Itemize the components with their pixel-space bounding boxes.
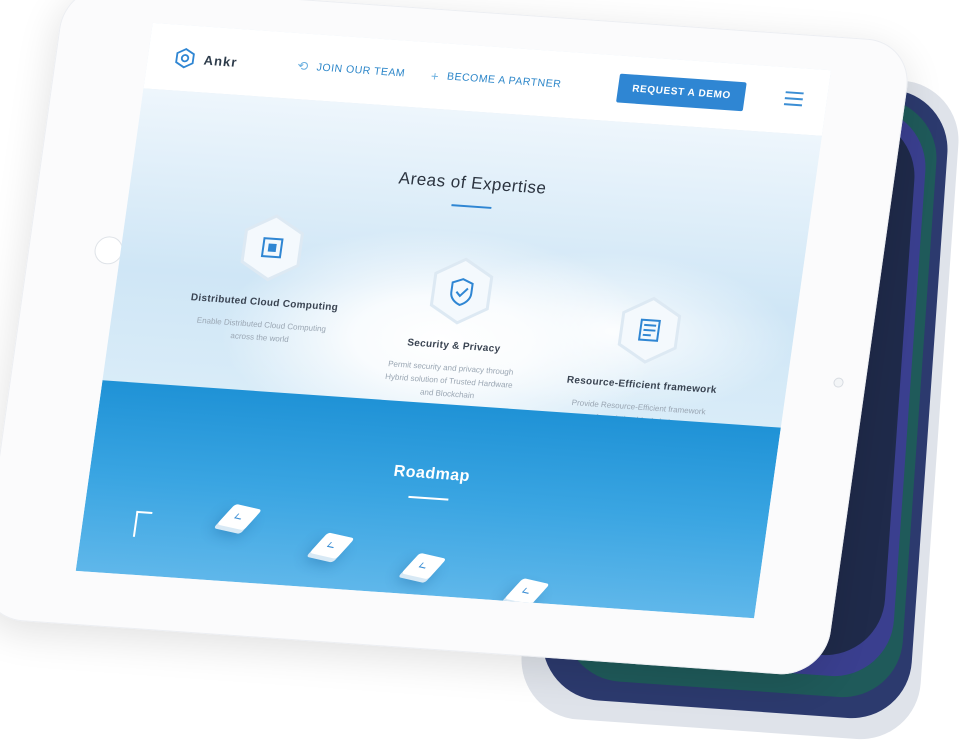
plus-icon: + (429, 67, 441, 84)
tablet-screen: Ankr ⟲ JOIN OUR TEAM + BECOME A PARTNER … (75, 22, 832, 619)
roadmap-milestone-2[interactable] (309, 532, 355, 559)
brand-logo[interactable]: Ankr (173, 47, 240, 73)
roadmap-underline (408, 495, 449, 501)
card-resource-framework: Resource-Efficient framework Provide Res… (536, 288, 754, 434)
front-camera (832, 377, 845, 388)
request-demo-button[interactable]: REQUEST A DEMO (616, 73, 747, 112)
card-title: Resource-Efficient framework (566, 374, 718, 397)
hamburger-icon[interactable] (783, 91, 804, 107)
roadmap-milestone-1[interactable] (216, 503, 263, 531)
become-partner-label: BECOME A PARTNER (446, 70, 563, 91)
link-icon: ⟲ (296, 58, 310, 74)
tablet-device: Ankr ⟲ JOIN OUR TEAM + BECOME A PARTNER … (0, 0, 914, 678)
card-distributed-computing: Distributed Cloud Computing Enable Distr… (159, 205, 377, 351)
roadmap-milestone-3[interactable] (401, 552, 447, 580)
card-title: Distributed Cloud Computing (190, 292, 339, 314)
join-team-link[interactable]: ⟲ JOIN OUR TEAM (296, 58, 406, 81)
roadmap-bracket-left (132, 510, 153, 538)
join-team-label: JOIN OUR TEAM (315, 61, 406, 80)
card-title: Security & Privacy (406, 337, 502, 355)
roadmap-milestone-4[interactable] (504, 578, 550, 605)
brand-name: Ankr (202, 52, 239, 70)
document-icon (609, 292, 691, 368)
shield-icon (421, 253, 503, 329)
card-security-privacy: Security & Privacy Permit security and p… (346, 248, 566, 407)
chip-icon (231, 209, 313, 285)
become-partner-link[interactable]: + BECOME A PARTNER (430, 68, 562, 92)
ankr-logo-icon (175, 48, 195, 69)
